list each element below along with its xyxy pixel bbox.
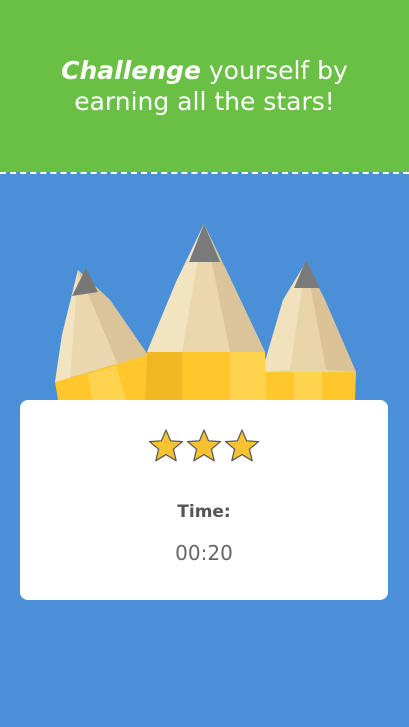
time-value: 00:20: [175, 541, 233, 565]
dashed-divider: [0, 172, 409, 174]
star-icon: [186, 429, 222, 462]
stars-rating: [20, 428, 388, 468]
header-title-emphasis: Challenge: [61, 56, 201, 85]
header-banner: Challenge yourself by earning all the st…: [0, 0, 409, 172]
time-label: Time:: [177, 502, 231, 522]
star-icon: [224, 429, 260, 462]
header-title: Challenge yourself by earning all the st…: [20, 55, 390, 117]
star-icon: [148, 429, 184, 462]
result-card: Time: 00:20: [20, 400, 388, 600]
